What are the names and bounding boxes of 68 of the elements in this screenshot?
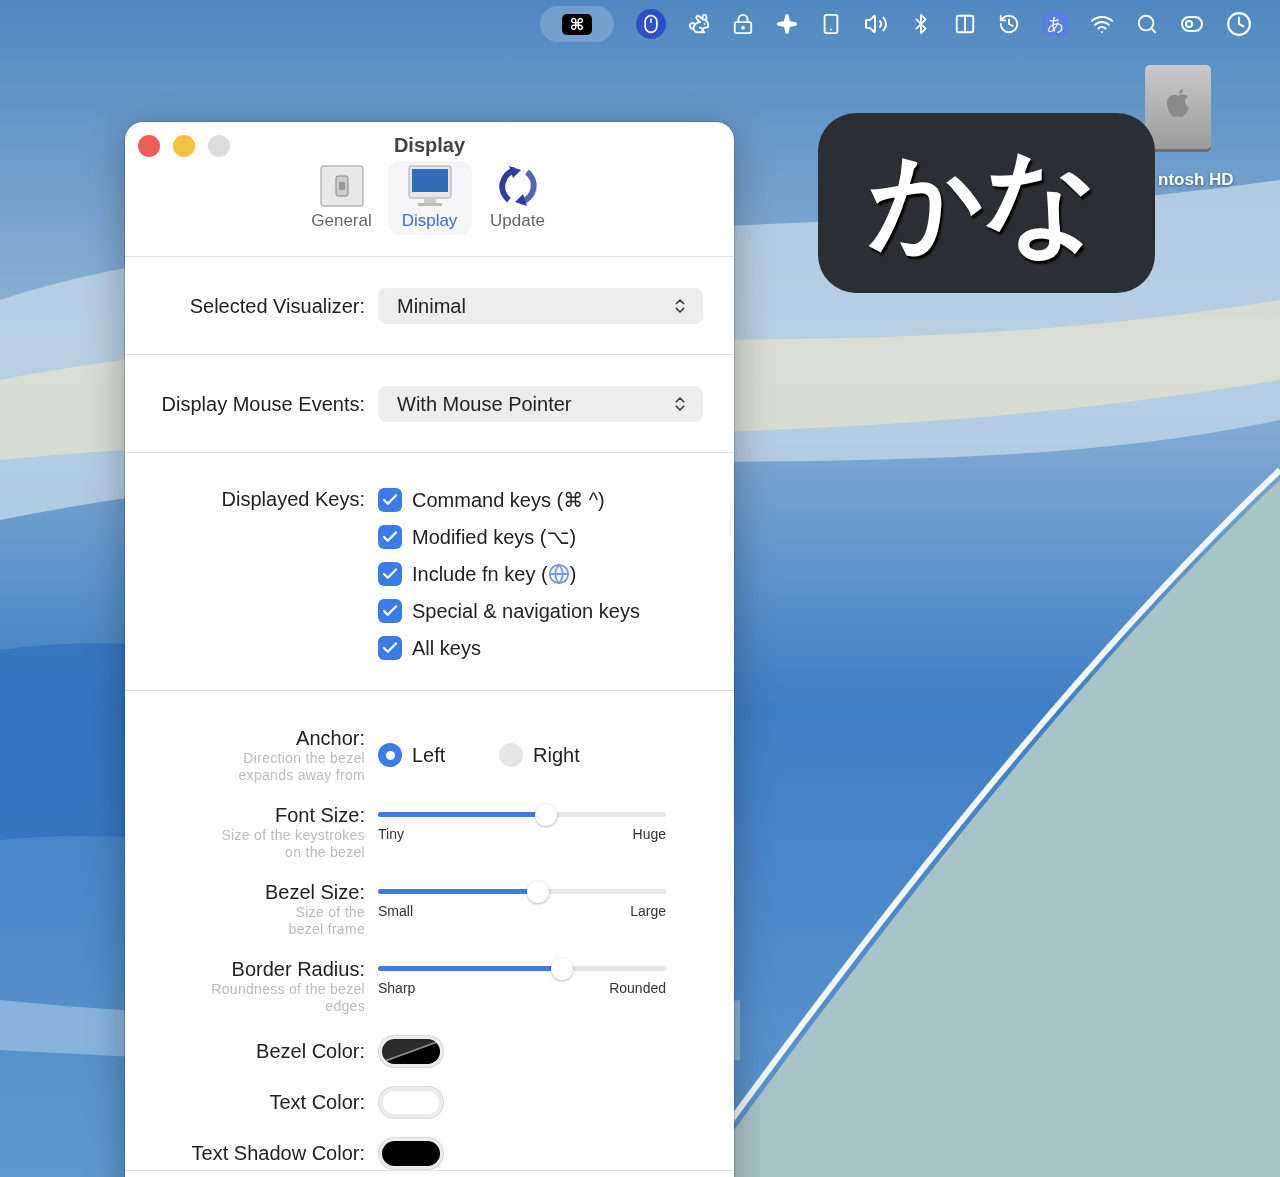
- input-mode-indicator[interactable]: あ: [1042, 12, 1068, 36]
- sparkle-icon[interactable]: [776, 13, 798, 35]
- field-label: Bezel Size:: [264, 881, 365, 904]
- drive-icon[interactable]: [1145, 65, 1211, 149]
- switch-panel-icon: [318, 164, 365, 208]
- field-hint: expands away from: [238, 767, 365, 784]
- slider[interactable]: [378, 881, 666, 903]
- slider-min-label: Small: [378, 903, 413, 919]
- clock-icon[interactable]: [1226, 11, 1252, 37]
- checkbox[interactable]: [378, 488, 402, 512]
- checkbox[interactable]: [378, 636, 402, 660]
- field-hint: on the bezel: [285, 844, 365, 861]
- radio-label: Right: [533, 743, 580, 767]
- field-hint: Roundness of the bezel: [211, 981, 365, 998]
- status-item[interactable]: ⌘: [540, 6, 614, 42]
- slider-thumb[interactable]: [550, 958, 573, 980]
- checkbox-label: Special & navigation keys: [412, 599, 640, 623]
- bezel-text: かな: [868, 137, 1100, 266]
- checkbox-label: Modified keys (⌥): [412, 525, 577, 549]
- slider[interactable]: [378, 804, 666, 826]
- radio-button[interactable]: [499, 743, 523, 767]
- checkbox-label: ): [569, 562, 577, 586]
- speaker-icon[interactable]: [864, 12, 888, 36]
- field-label: Border Radius:: [231, 958, 365, 981]
- field-label: Display Mouse Events:: [161, 392, 365, 416]
- window-title: Display: [393, 134, 466, 157]
- monitor-icon: [406, 164, 453, 208]
- popup-menu[interactable]: With Mouse Pointer: [378, 386, 703, 422]
- checkbox[interactable]: [378, 599, 402, 623]
- field-hint: Size of the keystrokes: [221, 827, 365, 844]
- search-icon[interactable]: [1136, 13, 1158, 35]
- field-hint: edges: [325, 998, 365, 1015]
- slider-thumb[interactable]: [526, 881, 549, 903]
- toolbar-tab[interactable]: Display: [387, 161, 472, 235]
- split-view-icon[interactable]: [954, 13, 976, 35]
- checkbox-label: All keys: [412, 636, 481, 660]
- popup-menu[interactable]: Minimal: [378, 288, 703, 324]
- field-hint: Direction the bezel: [243, 750, 365, 767]
- drive-label: ntosh HD: [1158, 170, 1234, 190]
- slider[interactable]: [378, 958, 666, 980]
- field-hint: Size of the: [295, 904, 365, 921]
- checkbox[interactable]: [378, 562, 402, 586]
- field-label: Bezel Color:: [256, 1040, 365, 1063]
- field-label: Text Shadow Color:: [191, 1142, 365, 1165]
- slider-thumb[interactable]: [534, 804, 557, 826]
- checkbox-label: Command keys (⌘ ^): [412, 488, 605, 512]
- field-label: Selected Visualizer:: [189, 294, 365, 318]
- rabbit-icon[interactable]: [688, 13, 710, 35]
- history-icon[interactable]: [998, 13, 1020, 35]
- close-button[interactable]: [138, 135, 160, 157]
- slider-min-label: Sharp: [378, 980, 416, 996]
- lock-icon[interactable]: [732, 13, 754, 35]
- field-label: Anchor:: [296, 727, 365, 750]
- field-label: Font Size:: [274, 804, 365, 827]
- radio-button[interactable]: [378, 743, 402, 767]
- radio-label: Left: [412, 743, 446, 767]
- field-label: Displayed Keys:: [221, 488, 365, 511]
- checkbox-label: Include fn key (: [412, 562, 548, 586]
- toolbar-tab[interactable]: General: [299, 161, 384, 235]
- checkbox[interactable]: [378, 525, 402, 549]
- slider-max-label: Huge: [632, 826, 666, 842]
- slider-max-label: Large: [630, 903, 666, 919]
- slider-max-label: Rounded: [609, 980, 666, 996]
- globe-icon: [547, 563, 570, 585]
- slider-min-label: Tiny: [378, 826, 404, 842]
- field-hint: bezel frame: [288, 921, 365, 938]
- toolbar-tab[interactable]: Update: [475, 161, 560, 235]
- field-label: Text Color:: [269, 1091, 365, 1114]
